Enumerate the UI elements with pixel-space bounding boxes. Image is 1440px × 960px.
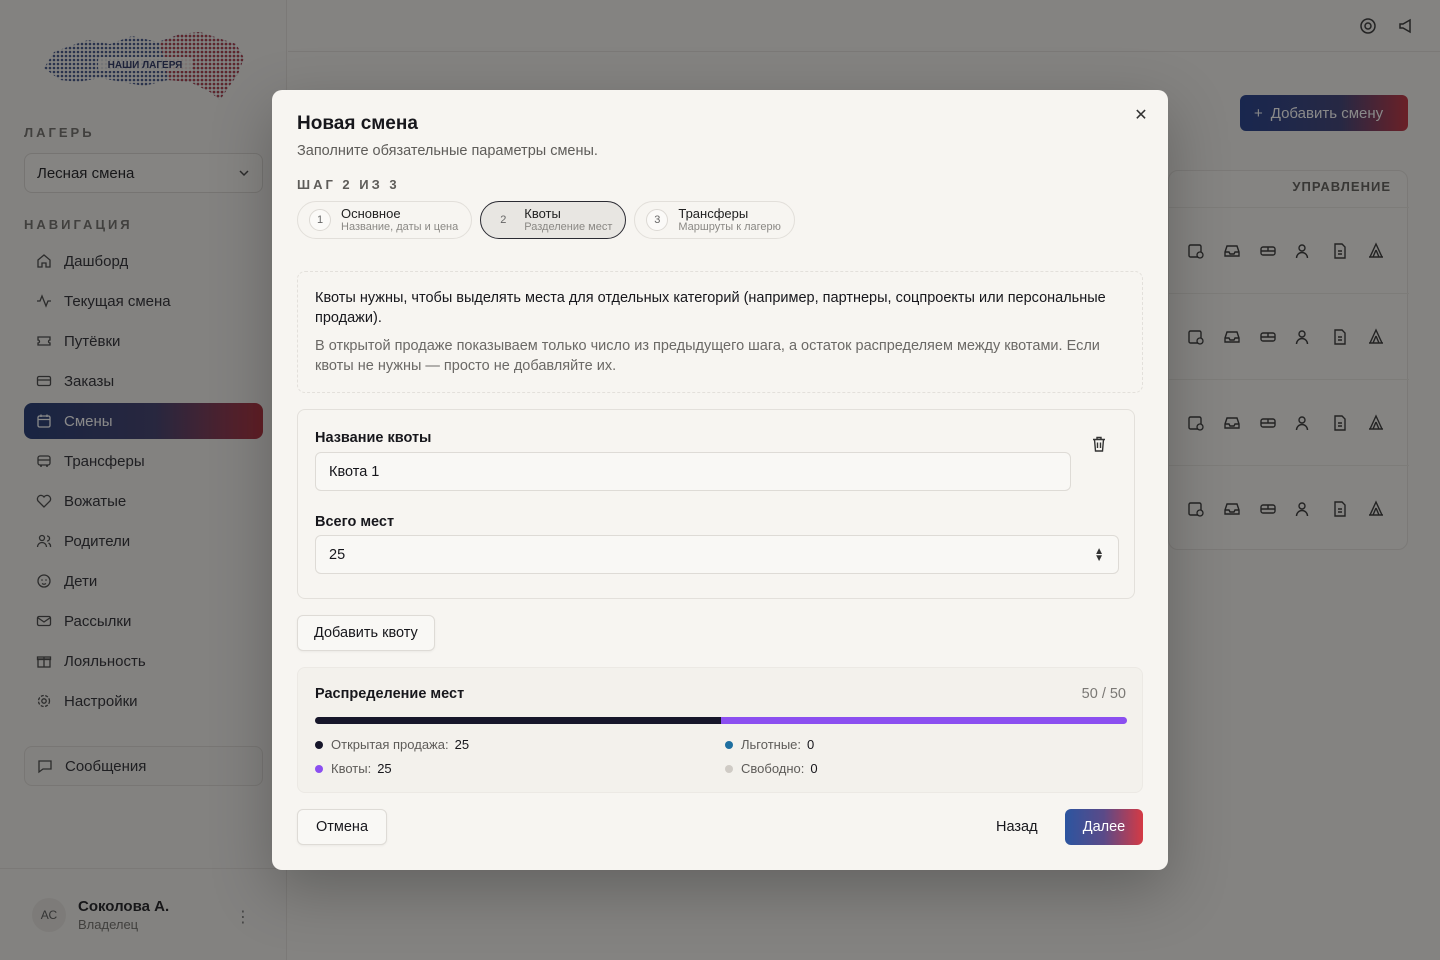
- step-number: 3: [646, 209, 669, 231]
- info-secondary-text: В открытой продаже показываем только чис…: [315, 338, 1100, 374]
- close-icon[interactable]: ✕: [1132, 106, 1150, 124]
- legend-dot: [725, 740, 733, 749]
- step-title: Квоты: [524, 205, 561, 221]
- distribution-segment-2: [721, 717, 1127, 724]
- step-basic[interactable]: 1 Основное Название, даты и цена: [297, 201, 473, 239]
- legend-value: 0: [810, 761, 818, 776]
- dialog-title: Новая смена: [297, 113, 418, 134]
- distribution-count: 50 / 50: [1081, 686, 1126, 702]
- distribution-title: Распределение мест: [315, 686, 465, 702]
- step-title: Трансферы: [678, 205, 749, 221]
- step-number: 2: [492, 209, 515, 231]
- seats-label: Всего мест: [315, 514, 395, 530]
- legend-dot: [315, 764, 323, 773]
- quota-name-label: Название квоты: [315, 430, 432, 446]
- add-quota-button[interactable]: Добавить квоту: [297, 615, 435, 651]
- new-shift-dialog: ✕ Новая смена Заполните обязательные пар…: [272, 90, 1168, 870]
- cancel-button[interactable]: Отмена: [297, 809, 387, 845]
- legend-dot: [315, 740, 323, 749]
- legend-label: Открытая продажа:: [331, 737, 449, 752]
- dialog-subtitle: Заполните обязательные параметры смены.: [297, 143, 598, 159]
- step-transfers[interactable]: 3 Трансферы Маршруты к лагерю: [634, 201, 795, 239]
- step-title: Основное: [341, 205, 401, 221]
- step-description: Разделение мест: [524, 220, 613, 233]
- quota-name-value: Квота 1: [329, 463, 380, 480]
- legend-value: 25: [377, 761, 392, 776]
- legend-label: Квоты:: [331, 761, 372, 776]
- number-stepper-icon[interactable]: ▲ ▼: [1094, 547, 1104, 564]
- distribution-bar: [315, 717, 1127, 724]
- next-button[interactable]: Далее: [1065, 809, 1143, 845]
- legend-free: Свободно: 0: [725, 761, 818, 776]
- step-indicator: ШАГ 2 ИЗ 3: [297, 177, 400, 192]
- distribution-card: Распределение мест 50 / 50 Открытая прод…: [297, 667, 1143, 793]
- step-quotas[interactable]: 2 Квоты Разделение мест: [480, 201, 627, 239]
- legend-open-sale: Открытая продажа: 25: [315, 737, 469, 752]
- quota-card: Название квоты Квота 1 Всего мест 25 ▲ ▼: [297, 409, 1135, 599]
- quota-name-input[interactable]: Квота 1: [315, 452, 1071, 491]
- step-description: Маршруты к лагерю: [678, 220, 781, 233]
- step-description: Название, даты и цена: [341, 220, 459, 233]
- seats-value: 25: [329, 546, 346, 563]
- legend-dot: [725, 764, 733, 773]
- legend-label: Свободно:: [741, 761, 805, 776]
- legend-discounted: Льготные: 0: [725, 737, 814, 752]
- back-button[interactable]: Назад: [988, 809, 1046, 845]
- trash-icon[interactable]: [1090, 435, 1108, 453]
- legend-quotas: Квоты: 25: [315, 761, 392, 776]
- legend-value: 0: [807, 737, 815, 752]
- seats-input[interactable]: 25 ▲ ▼: [315, 535, 1119, 574]
- info-main-text: Квоты нужны, чтобы выделять места для от…: [315, 290, 1106, 326]
- legend-label: Льготные:: [741, 737, 802, 752]
- step-number: 1: [309, 209, 331, 231]
- quota-info-box: Квоты нужны, чтобы выделять места для от…: [297, 271, 1143, 393]
- legend-value: 25: [454, 737, 470, 752]
- distribution-segment-0: [315, 717, 721, 724]
- stepper: 1 Основное Название, даты и цена 2 Квоты…: [297, 201, 795, 239]
